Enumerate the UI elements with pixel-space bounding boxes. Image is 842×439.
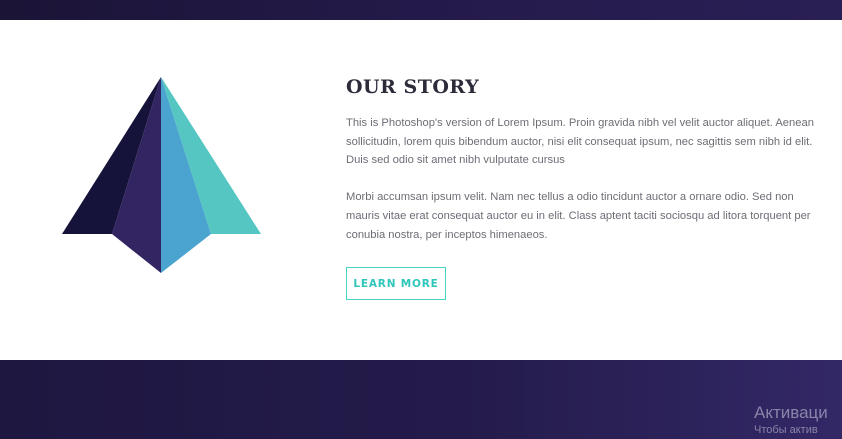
- footer-band: [0, 360, 842, 439]
- pyramid-logo-icon: [60, 77, 264, 275]
- story-paragraph-1: This is Photoshop's version of Lorem Ips…: [346, 117, 814, 167]
- header-band: [0, 0, 842, 20]
- activation-watermark-title: Активаци: [754, 403, 828, 422]
- learn-more-button[interactable]: LEARN MORE: [346, 267, 446, 300]
- activation-watermark-subtitle: Чтобы актив: [754, 424, 818, 436]
- section-title: OUR STORY: [346, 76, 480, 98]
- story-content: OUR STORY This is Photoshop's version of…: [346, 75, 816, 300]
- story-paragraph-2: Morbi accumsan ipsum velit. Nam nec tell…: [346, 191, 811, 241]
- our-story-section: OUR STORY This is Photoshop's version of…: [0, 20, 842, 360]
- activation-watermark: Активаци Чтобы актив: [754, 403, 842, 437]
